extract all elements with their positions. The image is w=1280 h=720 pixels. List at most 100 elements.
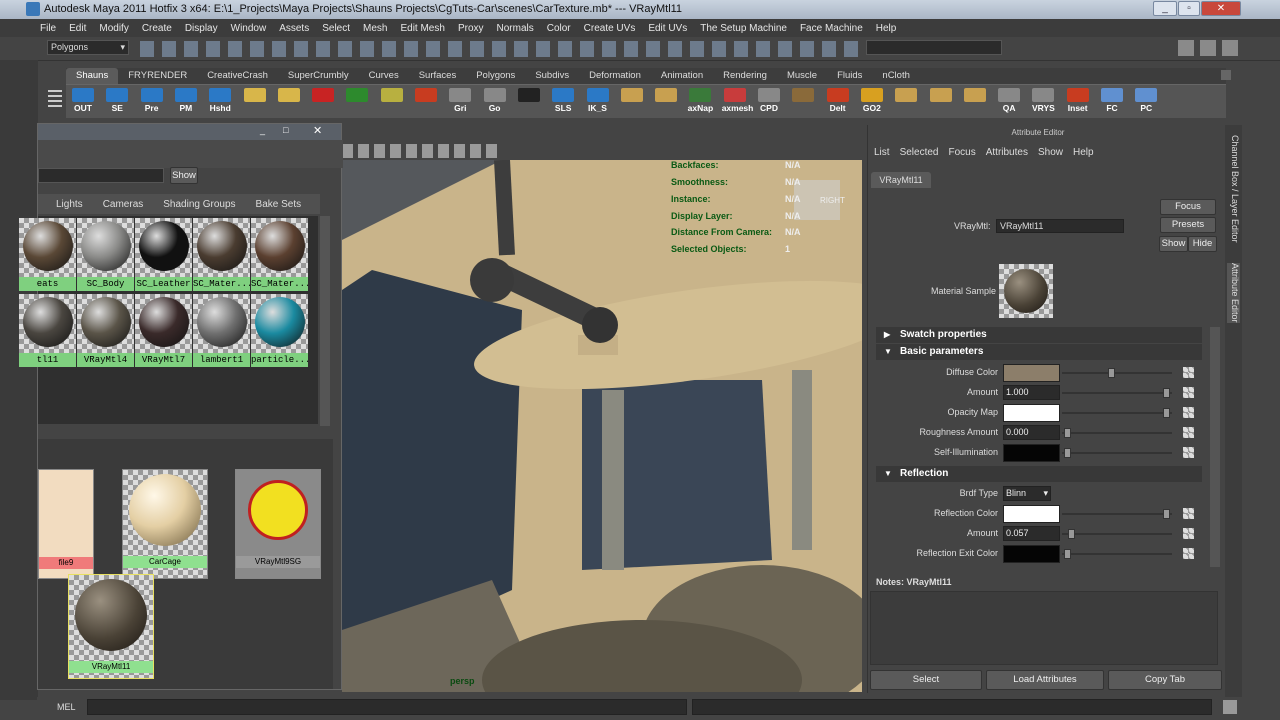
shelf-button[interactable]: SE: [104, 88, 130, 116]
color-swatch[interactable]: [1003, 545, 1060, 563]
shelf-button[interactable]: [242, 88, 268, 116]
material-swatch[interactable]: lambert1: [193, 294, 250, 367]
tab-cameras[interactable]: Cameras: [103, 199, 144, 210]
menu-focus[interactable]: Focus: [948, 147, 975, 158]
slider-handle[interactable]: [1162, 408, 1170, 418]
shelf-tab[interactable]: Deformation: [579, 68, 651, 84]
presets-button[interactable]: Presets: [1160, 217, 1216, 233]
menu-list[interactable]: List: [874, 147, 890, 158]
shelf-button[interactable]: [619, 88, 645, 116]
shelf-button[interactable]: [310, 88, 336, 116]
material-swatch[interactable]: eats: [19, 218, 76, 291]
menu-item[interactable]: Edit UVs: [648, 23, 687, 34]
menu-item[interactable]: Help: [876, 23, 897, 34]
shelf-menu-icon[interactable]: [48, 90, 62, 110]
menu-selected[interactable]: Selected: [900, 147, 939, 158]
perspective-viewport[interactable]: Backfaces: N/A Smoothness: N/A Instance:…: [342, 160, 862, 692]
shelf-tab[interactable]: Fluids: [827, 68, 872, 84]
shelf-button[interactable]: Hshd: [207, 88, 233, 116]
attribute-slider[interactable]: [1062, 448, 1172, 458]
attribute-slider[interactable]: [1062, 509, 1172, 519]
map-button-icon[interactable]: [1183, 407, 1194, 418]
section-basic[interactable]: ▼ Basic parameters: [876, 344, 1202, 360]
maximize-button[interactable]: ▫: [1178, 1, 1200, 16]
shelf-tab[interactable]: Rendering: [713, 68, 777, 84]
slider-handle[interactable]: [1068, 529, 1076, 539]
shelf-button[interactable]: FC: [1099, 88, 1125, 116]
shading-group-node[interactable]: VRayMtl9SG: [235, 469, 321, 579]
shelf-button[interactable]: [790, 88, 816, 116]
viewcube-label[interactable]: RIGHT: [820, 196, 845, 205]
hide-button[interactable]: Hide: [1188, 236, 1217, 252]
maximize-icon[interactable]: □: [283, 125, 295, 137]
vraymtl-node[interactable]: VRayMtl11: [68, 574, 154, 679]
slider-handle[interactable]: [1064, 428, 1072, 438]
shelf-tab[interactable]: Polygons: [466, 68, 525, 84]
shelf-button[interactable]: axmesh: [722, 88, 753, 116]
menu-show[interactable]: Show: [1038, 147, 1063, 158]
menu-item[interactable]: Assets: [279, 23, 309, 34]
map-button-icon[interactable]: [1183, 528, 1194, 539]
notes-field[interactable]: [870, 591, 1218, 665]
ae-scrollbar[interactable]: [1210, 327, 1220, 567]
shelf-button[interactable]: [928, 88, 954, 116]
menu-item[interactable]: Color: [547, 23, 571, 34]
filter-input[interactable]: [38, 168, 164, 183]
menu-item[interactable]: Edit: [69, 23, 86, 34]
color-swatch[interactable]: [1003, 505, 1060, 523]
layout-icon-3[interactable]: [1222, 40, 1238, 56]
slider-handle[interactable]: [1064, 448, 1072, 458]
shelf-button[interactable]: [344, 88, 370, 116]
section-reflection[interactable]: ▼ Reflection: [876, 466, 1202, 482]
menu-item[interactable]: The Setup Machine: [700, 23, 787, 34]
shelf-button[interactable]: [962, 88, 988, 116]
menu-item[interactable]: Normals: [497, 23, 534, 34]
load-attributes-button[interactable]: Load Attributes: [986, 670, 1104, 690]
shelf-tab[interactable]: Animation: [651, 68, 713, 84]
shelf-button[interactable]: QA: [996, 88, 1022, 116]
tab-lights[interactable]: Lights: [56, 199, 83, 210]
layout-icon-1[interactable]: [1178, 40, 1194, 56]
shelf-tab[interactable]: Muscle: [777, 68, 827, 84]
map-button-icon[interactable]: [1183, 447, 1194, 458]
shelf-button[interactable]: SLS: [550, 88, 576, 116]
numeric-field[interactable]: 0.000: [1003, 425, 1060, 440]
shelf-button[interactable]: [413, 88, 439, 116]
slider-handle[interactable]: [1064, 549, 1072, 559]
shelf-tab[interactable]: Curves: [359, 68, 409, 84]
shelf-button[interactable]: OUT: [70, 88, 96, 116]
minimize-button[interactable]: _: [1153, 1, 1177, 16]
slider-handle[interactable]: [1162, 509, 1170, 519]
mel-input[interactable]: [87, 699, 687, 715]
brdf-dropdown[interactable]: Blinn ▾: [1003, 486, 1051, 501]
shelf-button[interactable]: [893, 88, 919, 116]
attribute-slider[interactable]: [1062, 529, 1172, 539]
material-swatch[interactable]: VRayMtl4: [77, 294, 134, 367]
focus-button[interactable]: Focus: [1160, 199, 1216, 215]
menu-item[interactable]: Create UVs: [584, 23, 636, 34]
material-swatch[interactable]: SC_Mater...: [193, 218, 250, 291]
material-swatch[interactable]: SC_Body: [77, 218, 134, 291]
mode-dropdown[interactable]: Polygons ▾: [47, 40, 129, 55]
section-swatch[interactable]: ▶ Swatch properties: [876, 327, 1202, 343]
script-editor-icon[interactable]: [1223, 700, 1237, 714]
map-button-icon[interactable]: [1183, 387, 1194, 398]
material-swatch[interactable]: particle...: [251, 294, 308, 367]
shelf-button[interactable]: VRYS: [1030, 88, 1056, 116]
tab-attribute-editor[interactable]: Attribute Editor: [1227, 263, 1240, 323]
shelf-tab[interactable]: CreativeCrash: [197, 68, 278, 84]
tab-channel-box[interactable]: Channel Box / Layer Editor: [1227, 135, 1240, 243]
menu-item[interactable]: Create: [142, 23, 172, 34]
shelf-button[interactable]: [276, 88, 302, 116]
shelf-tab[interactable]: nCloth: [872, 68, 919, 84]
menu-item[interactable]: File: [40, 23, 56, 34]
shelf-button[interactable]: Go: [482, 88, 508, 116]
menu-item[interactable]: Select: [322, 23, 350, 34]
shelf-button[interactable]: axNap: [687, 88, 713, 116]
color-swatch[interactable]: [1003, 364, 1060, 382]
menu-item[interactable]: Face Machine: [800, 23, 863, 34]
menu-item[interactable]: Window: [231, 23, 267, 34]
carcage-node[interactable]: CarCage: [122, 469, 208, 579]
menu-item[interactable]: Display: [185, 23, 218, 34]
shelf-tab[interactable]: FRYRENDER: [118, 68, 197, 84]
